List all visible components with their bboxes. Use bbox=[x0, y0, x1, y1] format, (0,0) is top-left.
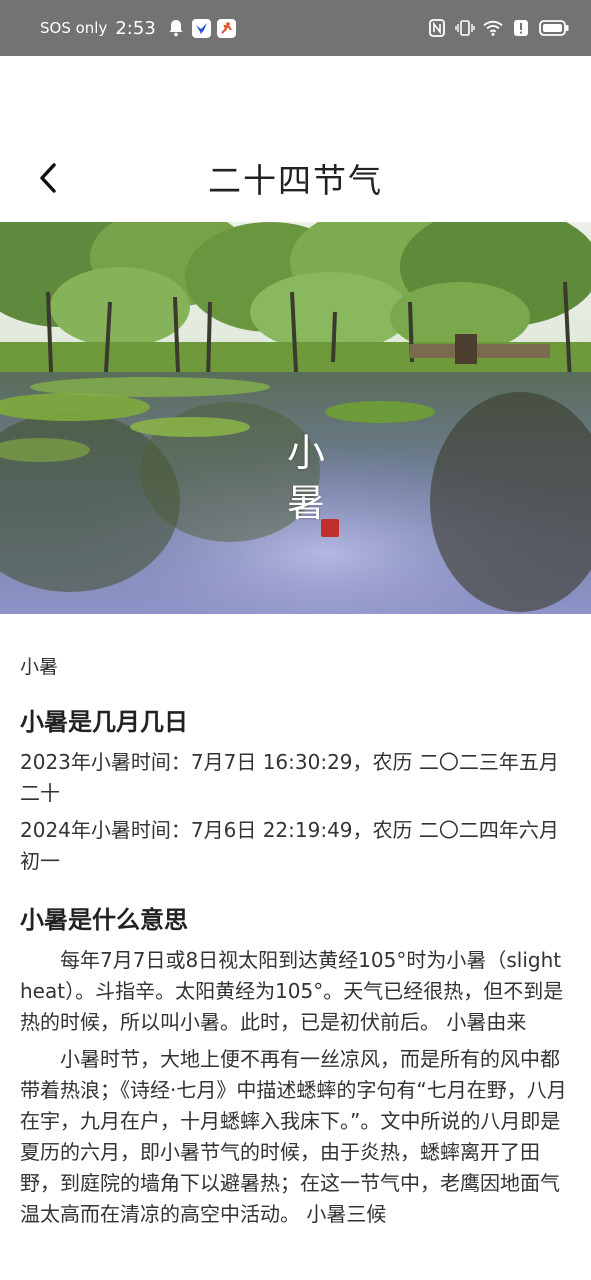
alert-icon bbox=[511, 18, 531, 38]
paragraph-origin: 小暑时节，大地上便不再有一丝凉风，而是所有的风中都带着热浪；《诗经·七月》中描述… bbox=[20, 1047, 567, 1226]
hero-image: 小 暑 bbox=[0, 222, 591, 614]
seal-stamp bbox=[321, 519, 339, 537]
status-right bbox=[427, 18, 569, 38]
article-content: 小暑 小暑是几月几日 2023年小暑时间：7月7日 16:30:29，农历 二〇… bbox=[20, 652, 572, 1236]
status-left: SOS only 2:53 bbox=[40, 18, 236, 39]
page-title: 二十四节气 bbox=[208, 161, 383, 200]
hero-title-line1: 小 bbox=[286, 431, 325, 475]
notification-bell-icon bbox=[166, 18, 186, 38]
status-bar: SOS only 2:53 bbox=[0, 0, 591, 56]
vibrate-icon bbox=[455, 18, 475, 38]
paragraph-meaning: 每年7月7日或8日视太阳到达黄经105°时为小暑（slight heat）。斗指… bbox=[20, 948, 564, 1034]
section-heading-meaning: 小暑是什么意思 bbox=[20, 906, 188, 934]
app-header: 二十四节气 bbox=[0, 56, 591, 222]
nfc-icon bbox=[427, 18, 447, 38]
landscape-illustration bbox=[0, 222, 591, 614]
wifi-icon bbox=[483, 18, 503, 38]
clock-text: 2:53 bbox=[115, 17, 156, 39]
battery-icon bbox=[539, 18, 569, 38]
hero-title: 小 暑 bbox=[283, 428, 329, 528]
paragraph-2024-date: 2024年小暑时间：7月6日 22:19:49，农历 二〇二四年六月初一 bbox=[20, 818, 559, 873]
section-heading-date: 小暑是几月几日 bbox=[20, 708, 188, 736]
carrier-text: SOS only bbox=[40, 19, 108, 37]
app-notification-icon bbox=[191, 18, 211, 38]
paragraph-2023-date: 2023年小暑时间：7月7日 16:30:29，农历 二〇二三年五月二十 bbox=[20, 750, 559, 805]
breadcrumb: 小暑 bbox=[20, 656, 59, 678]
app-notification-icon-2 bbox=[216, 18, 236, 38]
